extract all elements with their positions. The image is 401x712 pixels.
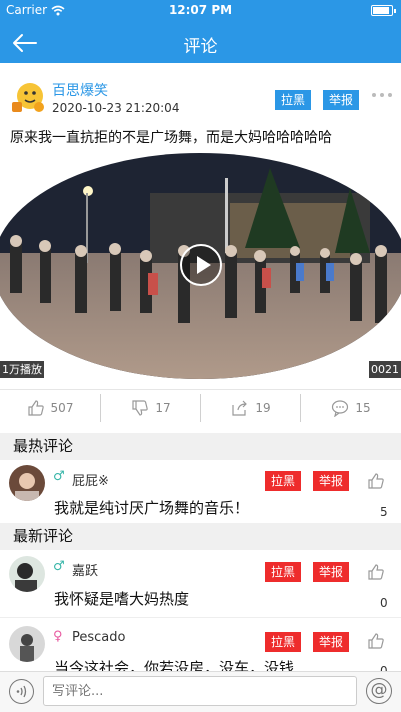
voice-input-button[interactable] (9, 679, 34, 704)
nav-bar: 评论 (0, 22, 401, 63)
status-bar: Carrier 12:07 PM (0, 0, 401, 22)
video-duration: 0021 (369, 361, 401, 378)
share-button[interactable]: 19 (201, 390, 301, 426)
report-comment-button[interactable]: 举报 (313, 632, 350, 652)
comment-text: 我怀疑是嗜大妈热度 (54, 590, 190, 608)
report-comment-button[interactable]: 举报 (313, 471, 350, 491)
author-name[interactable]: 百思爆笑 (52, 80, 108, 100)
comment-like-count: 5 (380, 505, 388, 519)
share-icon (232, 400, 248, 416)
hot-comments-header: 最热评论 (0, 433, 401, 460)
commenter-name[interactable]: Pescado (72, 630, 125, 645)
play-button[interactable] (180, 244, 222, 286)
author-avatar[interactable] (10, 78, 46, 114)
avatar[interactable] (9, 556, 45, 592)
clock: 12:07 PM (168, 3, 233, 17)
share-count: 19 (255, 401, 271, 415)
battery-icon (371, 5, 396, 16)
like-count: 507 (50, 401, 74, 415)
sound-wave-icon (16, 685, 27, 698)
thumbs-up-icon[interactable] (367, 563, 385, 581)
divider (0, 617, 401, 618)
thumbs-up-icon (27, 400, 44, 416)
thumbs-down-icon (132, 400, 149, 416)
avatar[interactable] (9, 626, 45, 662)
avatar[interactable] (9, 465, 45, 501)
more-options-icon[interactable] (371, 90, 393, 100)
page-title: 评论 (183, 37, 218, 57)
gender-female-icon: ♀ (53, 629, 63, 644)
comment-like-count: 0 (380, 596, 388, 610)
commenter-name[interactable]: 嘉跃 (72, 560, 98, 579)
comment-text: 我就是纯讨厌广场舞的音乐！ (54, 499, 250, 517)
thumbs-up-icon[interactable] (367, 472, 385, 490)
gender-male-icon: ♂ (53, 559, 65, 574)
comment-icon (332, 400, 349, 417)
comment-button[interactable]: 15 (301, 390, 401, 426)
comment-input[interactable] (43, 676, 357, 706)
comment-count: 15 (355, 401, 371, 415)
block-user-button[interactable]: 拉黑 (265, 632, 302, 652)
dislike-button[interactable]: 17 (101, 390, 201, 426)
gender-male-icon: ♂ (53, 469, 65, 484)
play-count: 1万播放 (0, 361, 44, 378)
report-post-button[interactable]: 举报 (323, 90, 360, 110)
action-bar: 507 17 19 15 (0, 389, 401, 425)
post-timestamp: 2020-10-23 21:20:04 (52, 101, 180, 115)
like-button[interactable]: 507 (0, 390, 100, 426)
commenter-name[interactable]: 屁屁※ (72, 470, 109, 489)
mention-at-icon[interactable]: @ (366, 678, 392, 704)
dislike-count: 17 (155, 401, 171, 415)
new-comments-header: 最新评论 (0, 523, 401, 550)
post-text: 原来我一直抗拒的不是广场舞，而是大妈哈哈哈哈哈 (10, 130, 332, 146)
block-user-button[interactable]: 拉黑 (265, 471, 302, 491)
thumbs-up-icon[interactable] (367, 632, 385, 650)
report-comment-button[interactable]: 举报 (313, 562, 350, 582)
block-author-button[interactable]: 拉黑 (275, 90, 312, 110)
block-user-button[interactable]: 拉黑 (265, 562, 302, 582)
